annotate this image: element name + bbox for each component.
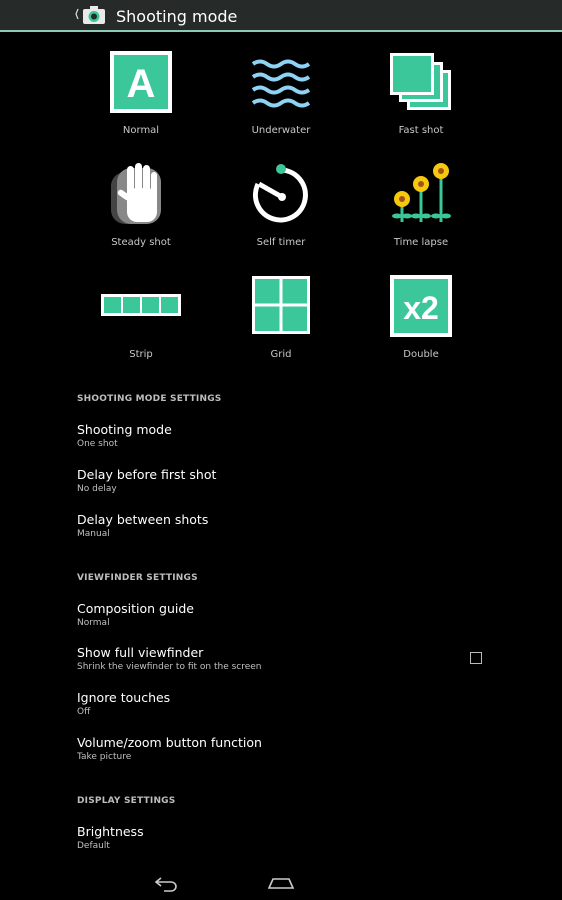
camera-app-icon[interactable] (82, 5, 106, 25)
pref-volume-zoom[interactable]: Volume/zoom button function Take picture (77, 735, 262, 763)
pref-full-viewfinder[interactable]: Show full viewfinder Shrink the viewfind… (77, 645, 262, 673)
mode-label: Time lapse (393, 237, 449, 248)
pref-summary: One shot (77, 439, 118, 449)
waves-icon (251, 59, 311, 108)
pref-delay-between[interactable]: Delay between shots Manual (77, 512, 208, 540)
pref-brightness[interactable]: Brightness Default (77, 824, 144, 852)
mode-label: Self timer (256, 237, 306, 248)
mode-label: Steady shot (111, 237, 171, 248)
pref-title: Delay before first shot (77, 467, 217, 482)
section-header-display: DISPLAY SETTINGS (77, 796, 176, 806)
mode-label: Underwater (251, 125, 311, 136)
pref-shooting-mode[interactable]: Shooting mode One shot (77, 422, 172, 450)
home-icon[interactable] (267, 876, 295, 890)
mode-double[interactable]: x2 Double (366, 274, 476, 366)
mode-normal[interactable]: A Normal (86, 50, 196, 142)
pref-title: Composition guide (77, 601, 194, 616)
pref-delay-first[interactable]: Delay before first shot No delay (77, 467, 216, 495)
pref-summary: Default (77, 841, 110, 851)
section-header-viewfinder: VIEWFINDER SETTINGS (77, 573, 198, 583)
pref-summary: Off (77, 707, 91, 717)
mode-grid[interactable]: Grid (226, 274, 336, 366)
page-title: Shooting mode (116, 7, 238, 26)
mode-label: Grid (270, 349, 292, 360)
mode-label: Strip (129, 349, 153, 360)
pref-ignore-touches[interactable]: Ignore touches Off (77, 690, 170, 718)
strip-icon (101, 294, 181, 316)
mode-steady-shot[interactable]: Steady shot (86, 162, 196, 254)
up-caret-icon[interactable] (75, 8, 79, 20)
x2-icon: x2 (390, 275, 452, 337)
pref-title: Brightness (77, 824, 144, 839)
mode-label: Double (403, 349, 439, 360)
mode-time-lapse[interactable]: Time lapse (366, 162, 476, 254)
pref-title: Shooting mode (77, 422, 172, 437)
mode-label: Normal (122, 125, 160, 136)
back-icon[interactable] (154, 876, 180, 892)
action-bar: Shooting mode (0, 0, 562, 32)
pref-title: Delay between shots (77, 512, 209, 527)
svg-text:x2: x2 (403, 290, 439, 326)
pref-summary: Normal (77, 618, 110, 628)
mode-underwater[interactable]: Underwater (226, 50, 336, 142)
timer-icon (252, 164, 308, 223)
grid-icon (252, 276, 310, 334)
full-viewfinder-checkbox[interactable] (470, 652, 482, 664)
mode-fast-shot[interactable]: Fast shot (366, 50, 476, 142)
pref-title: Ignore touches (77, 690, 171, 705)
mode-label: Fast shot (398, 125, 444, 136)
section-header-shooting: SHOOTING MODE SETTINGS (77, 394, 222, 404)
svg-text:A: A (127, 62, 156, 106)
pref-composition-guide[interactable]: Composition guide Normal (77, 601, 194, 629)
pref-summary: Shrink the viewfinder to fit on the scre… (77, 662, 262, 672)
pref-title: Show full viewfinder (77, 645, 204, 660)
pref-summary: Take picture (77, 752, 132, 762)
flowers-icon (392, 163, 451, 222)
letter-a-icon: A (110, 51, 172, 113)
hand-icon (111, 163, 161, 224)
mode-strip[interactable]: Strip (86, 274, 196, 366)
pref-summary: No delay (77, 484, 117, 494)
pref-summary: Manual (77, 529, 110, 539)
pref-title: Volume/zoom button function (77, 735, 262, 750)
mode-self-timer[interactable]: Self timer (226, 162, 336, 254)
stacked-frames-icon (390, 53, 451, 110)
